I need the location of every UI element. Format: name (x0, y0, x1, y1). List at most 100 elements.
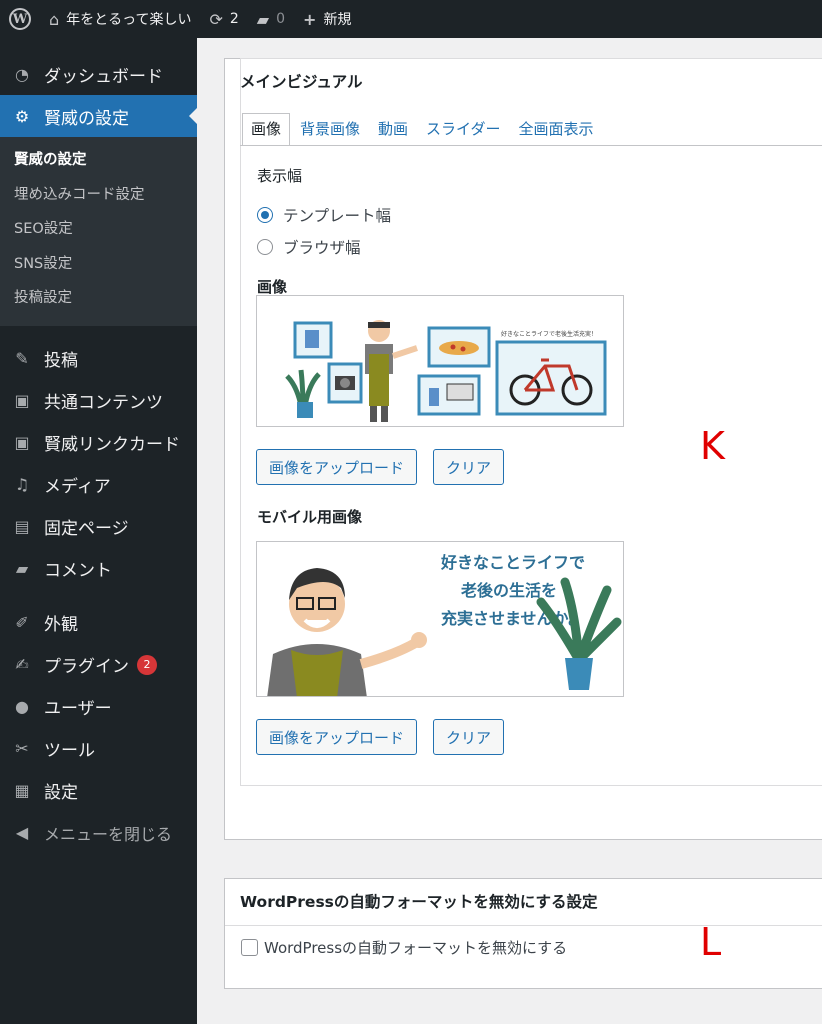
pushpin-icon: ✎ (15, 349, 29, 368)
menu-tools-label: ツール (44, 741, 95, 761)
tab-video[interactable]: 動画 (370, 114, 416, 146)
dashboard-gauge-icon: ◔ (15, 64, 29, 84)
wordpress-logo-icon: W (9, 8, 31, 30)
submenu-post-settings[interactable]: 投稿設定 (0, 281, 197, 316)
menu-dashboard-label: ダッシュボード (44, 66, 163, 87)
submenu-keni-settings[interactable]: 賢威の設定 (0, 143, 197, 178)
tab-image[interactable]: 画像 (242, 113, 291, 146)
site-name-link[interactable]: ⌂ 年をとるって楽しい (40, 0, 200, 38)
menu-posts-label: 投稿 (44, 351, 78, 371)
radio-template-label: テンプレート幅 (283, 207, 392, 225)
menu-plugins-label: プラグイン (44, 657, 129, 677)
mobile-banner-illustration: 好きなことライフで 老後の生活を 充実させませんか。 (257, 542, 623, 696)
menu-dashboard[interactable]: ◔ ダッシュボード (0, 53, 197, 95)
wrench-icon: ✂ (15, 739, 29, 758)
tab-divider (240, 145, 822, 146)
updates-icon: ⟳ (209, 9, 223, 29)
tab-slider[interactable]: スライダー (418, 114, 508, 146)
mobile-text-line2: 老後の生活を (460, 581, 557, 600)
menu-keni-settings[interactable]: ⚙ 賢威の設定 (0, 95, 197, 137)
home-icon: ⌂ (49, 9, 60, 29)
main-image-preview: 好きなことライフで老後生活充実！ (256, 295, 624, 427)
mobile-image-label: モバイル用画像 (257, 508, 363, 526)
autoformat-checkbox[interactable] (241, 939, 258, 956)
submenu-seo[interactable]: SEO設定 (0, 212, 197, 247)
comments-count: 0 (276, 11, 286, 27)
menu-link-card[interactable]: ▣ 賢威リンクカード (0, 422, 197, 464)
tab-background-image[interactable]: 背景画像 (292, 114, 368, 146)
submenu-embed-code[interactable]: 埋め込みコード設定 (0, 178, 197, 213)
clear-image-button[interactable]: クリア (433, 449, 505, 485)
autoformat-divider (225, 925, 822, 926)
user-icon: ● (15, 697, 29, 716)
pages-icon: ▤ (14, 517, 30, 536)
new-content-link[interactable]: + 新規 (294, 0, 360, 38)
menu-comments[interactable]: ▰ コメント (0, 548, 197, 590)
radio-browser-label: ブラウザ幅 (283, 239, 361, 257)
menu-media[interactable]: ♫ メディア (0, 464, 197, 506)
radio-button-checked[interactable] (257, 207, 273, 223)
menu-appearance-label: 外観 (44, 615, 78, 635)
menu-plugins[interactable]: ✍ プラグイン 2 (0, 644, 197, 686)
menu-users[interactable]: ● ユーザー (0, 686, 197, 728)
upload-image-button[interactable]: 画像をアップロード (256, 449, 418, 485)
keni-submenu: 賢威の設定 埋め込みコード設定 SEO設定 SNS設定 投稿設定 (0, 137, 197, 326)
updates-count: 2 (229, 11, 239, 27)
annotation-marker-k: K (700, 424, 725, 468)
menu-users-label: ユーザー (44, 699, 112, 719)
media-icon: ♫ (14, 475, 30, 494)
collapse-menu-button[interactable]: ◀ メニューを閉じる (0, 812, 197, 854)
upload-mobile-image-button[interactable]: 画像をアップロード (256, 719, 418, 755)
menu-posts[interactable]: ✎ 投稿 (0, 338, 197, 380)
autoformat-checkbox-label: WordPressの自動フォーマットを無効にする (264, 939, 568, 957)
radio-template-width[interactable]: テンプレート幅 (257, 204, 391, 226)
menu-pages[interactable]: ▤ 固定ページ (0, 506, 197, 548)
menu-common-contents-label: 共通コンテンツ (44, 393, 163, 413)
collapse-arrow-icon: ◀ (15, 823, 29, 842)
tab-fullscreen[interactable]: 全画面表示 (510, 114, 601, 146)
plugin-icon: ✍ (15, 655, 29, 674)
menu-link-card-label: 賢威リンクカード (44, 435, 180, 455)
menu-common-contents[interactable]: ▣ 共通コンテンツ (0, 380, 197, 422)
banner-illustration: 好きなことライフで老後生活充実！ (257, 296, 623, 426)
menu-media-label: メディア (44, 477, 111, 497)
radio-browser-width[interactable]: ブラウザ幅 (257, 236, 361, 258)
collapse-menu-label: メニューを閉じる (44, 824, 173, 844)
banner-caption: 好きなことライフで老後生活充実！ (501, 330, 597, 338)
paintbrush-icon: ✐ (15, 613, 29, 632)
updates-link[interactable]: ⟳ 2 (200, 0, 247, 38)
menu-keni-settings-label: 賢威の設定 (44, 108, 129, 129)
settings-sliders-icon: ▦ (14, 781, 30, 800)
code-block-icon: ▣ (14, 391, 30, 410)
clear-mobile-image-button[interactable]: クリア (433, 719, 505, 755)
annotation-marker-l: L (700, 920, 722, 964)
main-visual-title: メインビジュアル (240, 73, 363, 91)
autoformat-title: WordPressの自動フォーマットを無効にする設定 (240, 893, 598, 911)
menu-comments-label: コメント (44, 561, 112, 581)
admin-bar: W ⌂ 年をとるって楽しい ⟳ 2 ▰ 0 + 新規 (0, 0, 822, 38)
new-label: 新規 (323, 12, 352, 28)
plugins-update-badge: 2 (137, 654, 157, 675)
wordpress-logo-menu[interactable]: W (0, 0, 40, 38)
comments-link[interactable]: ▰ 0 (248, 0, 294, 38)
menu-appearance[interactable]: ✐ 外観 (0, 602, 197, 644)
admin-sidebar: ◔ ダッシュボード ⚙ 賢威の設定 賢威の設定 埋め込みコード設定 SEO設定 … (0, 38, 197, 1024)
main-visual-tabs: 画像 背景画像 動画 スライダー 全画面表示 (240, 113, 822, 146)
site-name: 年をとるって楽しい (66, 12, 192, 28)
image-label: 画像 (257, 278, 288, 296)
gear-icon: ⚙ (14, 106, 30, 126)
comment-bubble-icon: ▰ (256, 9, 270, 29)
autoformat-checkbox-row[interactable]: WordPressの自動フォーマットを無効にする (241, 937, 567, 958)
comment-bubble-icon: ▰ (15, 559, 29, 578)
mobile-text-line1: 好きなことライフで (440, 553, 585, 572)
menu-settings[interactable]: ▦ 設定 (0, 770, 197, 812)
menu-pages-label: 固定ページ (44, 519, 129, 539)
menu-tools[interactable]: ✂ ツール (0, 728, 197, 770)
plus-icon: + (303, 9, 317, 29)
mobile-image-preview: 好きなことライフで 老後の生活を 充実させませんか。 (256, 541, 624, 697)
radio-button[interactable] (257, 239, 273, 255)
submenu-sns[interactable]: SNS設定 (0, 247, 197, 282)
display-width-label: 表示幅 (257, 167, 303, 185)
code-block-icon: ▣ (14, 433, 30, 452)
menu-settings-label: 設定 (44, 783, 78, 803)
